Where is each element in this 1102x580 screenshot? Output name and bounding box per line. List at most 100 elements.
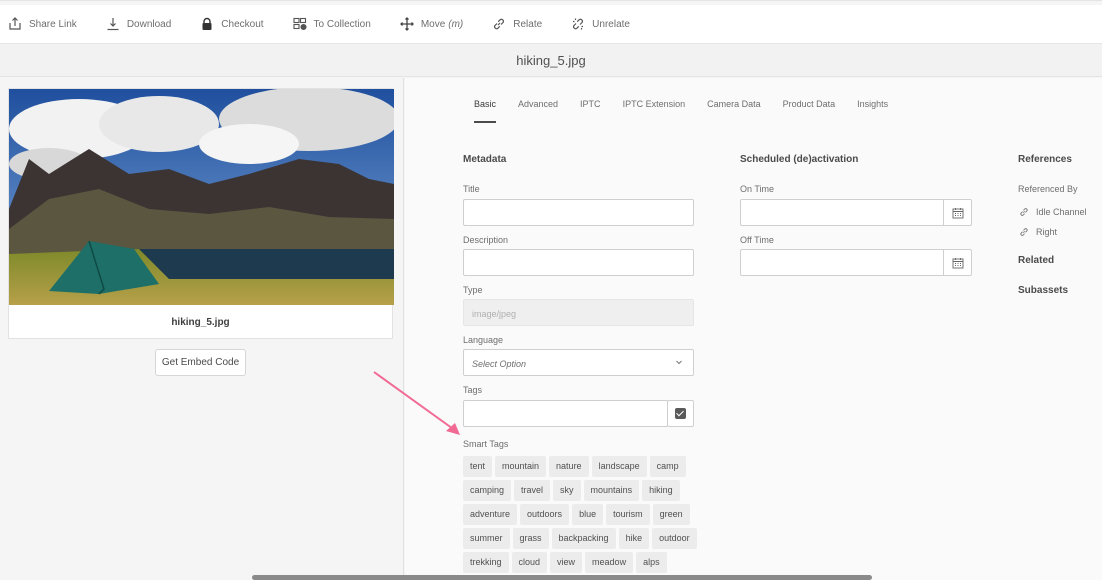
tab-insights[interactable]: Insights bbox=[857, 99, 888, 123]
move-shortcut-hint: (m) bbox=[448, 18, 464, 30]
type-field: image/jpeg bbox=[463, 299, 694, 326]
smart-tag[interactable]: meadow bbox=[585, 552, 634, 573]
relate-button[interactable]: Relate bbox=[492, 17, 542, 31]
share-link-button[interactable]: Share Link bbox=[8, 17, 77, 31]
smart-tags-label: Smart Tags bbox=[463, 439, 509, 449]
unrelate-label: Unrelate bbox=[592, 18, 630, 30]
to-collection-button[interactable]: To Collection bbox=[292, 17, 371, 31]
reference-label: Right bbox=[1036, 227, 1058, 237]
smart-tags-row: trekking cloud view meadow alps bbox=[463, 552, 670, 573]
smart-tag[interactable]: adventure bbox=[463, 504, 518, 525]
smart-tag[interactable]: tent bbox=[463, 456, 493, 477]
smart-tag[interactable]: green bbox=[652, 504, 690, 525]
references-heading: References bbox=[1018, 154, 1072, 165]
metadata-heading: Metadata bbox=[463, 154, 507, 165]
link-icon bbox=[494, 18, 505, 30]
smart-tags-row: adventure outdoors blue tourism green bbox=[463, 504, 693, 525]
move-button[interactable]: Move (m) bbox=[399, 17, 464, 31]
lock-icon bbox=[202, 17, 212, 30]
smart-tags-row: camping travel sky mountains hiking bbox=[463, 480, 683, 501]
smart-tag[interactable]: outdoor bbox=[652, 528, 697, 549]
on-time-field[interactable] bbox=[740, 199, 972, 226]
language-select-value: Select Option bbox=[472, 359, 527, 369]
collection-icon bbox=[292, 17, 307, 31]
smart-tag[interactable]: camp bbox=[649, 456, 686, 477]
tab-camera-data[interactable]: Camera Data bbox=[707, 99, 761, 123]
smart-tag[interactable]: mountains bbox=[583, 480, 640, 501]
asset-card[interactable]: hiking_5.jpg bbox=[8, 88, 394, 339]
tab-advanced[interactable]: Advanced bbox=[518, 99, 558, 123]
smart-tag[interactable]: cloud bbox=[511, 552, 548, 573]
calendar-icon bbox=[952, 207, 963, 218]
reference-link[interactable]: Right bbox=[1019, 227, 1057, 237]
smart-tag[interactable]: hike bbox=[618, 528, 650, 549]
smart-tag[interactable]: tourism bbox=[606, 504, 650, 525]
checkout-label: Checkout bbox=[221, 18, 264, 30]
download-label: Download bbox=[126, 18, 172, 30]
asset-thumbnail-image bbox=[9, 89, 394, 305]
share-icon bbox=[9, 17, 21, 30]
smart-tag[interactable]: grass bbox=[512, 528, 549, 549]
tab-basic[interactable]: Basic bbox=[474, 99, 497, 123]
asset-properties-window: Share Link Download Checkout To Collecti… bbox=[0, 0, 1102, 580]
smart-tag[interactable]: travel bbox=[514, 480, 551, 501]
tab-iptc-extension[interactable]: IPTC Extension bbox=[623, 99, 686, 123]
title-bar: hiking_5.jpg bbox=[0, 43, 1102, 77]
title-field[interactable] bbox=[463, 199, 694, 226]
off-time-label: Off Time bbox=[740, 235, 774, 245]
unrelate-button[interactable]: Unrelate bbox=[571, 17, 630, 31]
smart-tags-row: summer grass backpacking hike outdoor bbox=[463, 528, 700, 549]
property-tabs: Basic Advanced IPTC IPTC Extension Camer… bbox=[474, 99, 910, 123]
reference-link[interactable]: Idle Channel bbox=[1019, 207, 1087, 217]
smart-tag[interactable]: landscape bbox=[591, 456, 647, 477]
download-button[interactable]: Download bbox=[106, 17, 171, 31]
checkout-button[interactable]: Checkout bbox=[200, 17, 264, 31]
unlink-icon bbox=[573, 18, 584, 30]
asset-title: hiking_5.jpg bbox=[516, 53, 586, 68]
smart-tag[interactable]: backpacking bbox=[551, 528, 616, 549]
smart-tag[interactable]: alps bbox=[636, 552, 667, 573]
asset-caption: hiking_5.jpg bbox=[171, 317, 230, 328]
chevron-down-icon bbox=[676, 360, 682, 365]
tags-input[interactable] bbox=[463, 400, 668, 427]
description-field[interactable] bbox=[463, 249, 694, 276]
smart-tag[interactable]: mountain bbox=[495, 456, 547, 477]
subassets-heading[interactable]: Subassets bbox=[1018, 285, 1068, 296]
referenced-by-label: Referenced By bbox=[1018, 184, 1078, 194]
download-icon bbox=[107, 18, 119, 31]
smart-tag[interactable]: view bbox=[550, 552, 583, 573]
calendar-icon bbox=[952, 257, 963, 268]
properties-panel: Basic Advanced IPTC IPTC Extension Camer… bbox=[405, 78, 1102, 580]
move-icon bbox=[399, 17, 414, 31]
tab-iptc[interactable]: IPTC bbox=[580, 99, 601, 123]
link-icon bbox=[1020, 208, 1028, 216]
schedule-heading: Scheduled (de)activation bbox=[740, 154, 859, 165]
on-time-label: On Time bbox=[740, 184, 775, 194]
horizontal-scrollbar[interactable] bbox=[252, 575, 872, 580]
action-toolbar: Share Link Download Checkout To Collecti… bbox=[0, 5, 1102, 43]
smart-tag[interactable]: summer bbox=[463, 528, 510, 549]
description-label: Description bbox=[463, 235, 509, 245]
title-label: Title bbox=[463, 184, 480, 194]
smart-tag[interactable]: blue bbox=[572, 504, 604, 525]
reference-label: Idle Channel bbox=[1036, 207, 1087, 217]
off-time-calendar-button[interactable] bbox=[943, 250, 971, 275]
type-label: Type bbox=[463, 285, 483, 295]
language-label: Language bbox=[463, 335, 504, 345]
smart-tag[interactable]: trekking bbox=[463, 552, 509, 573]
smart-tag[interactable]: hiking bbox=[642, 480, 680, 501]
language-select[interactable]: Select Option bbox=[463, 349, 694, 376]
tab-product-data[interactable]: Product Data bbox=[783, 99, 836, 123]
on-time-calendar-button[interactable] bbox=[943, 200, 971, 225]
share-link-label: Share Link bbox=[29, 18, 77, 30]
related-heading[interactable]: Related bbox=[1018, 255, 1054, 266]
get-embed-code-button[interactable]: Get Embed Code bbox=[155, 349, 246, 376]
relate-label: Relate bbox=[513, 18, 543, 30]
tags-picker-button[interactable] bbox=[667, 400, 694, 427]
smart-tag[interactable]: camping bbox=[463, 480, 512, 501]
off-time-field[interactable] bbox=[740, 249, 972, 276]
smart-tags-row: tent mountain nature landscape camp bbox=[463, 456, 689, 477]
smart-tag[interactable]: sky bbox=[553, 480, 581, 501]
smart-tag[interactable]: outdoors bbox=[520, 504, 570, 525]
smart-tag[interactable]: nature bbox=[549, 456, 589, 477]
